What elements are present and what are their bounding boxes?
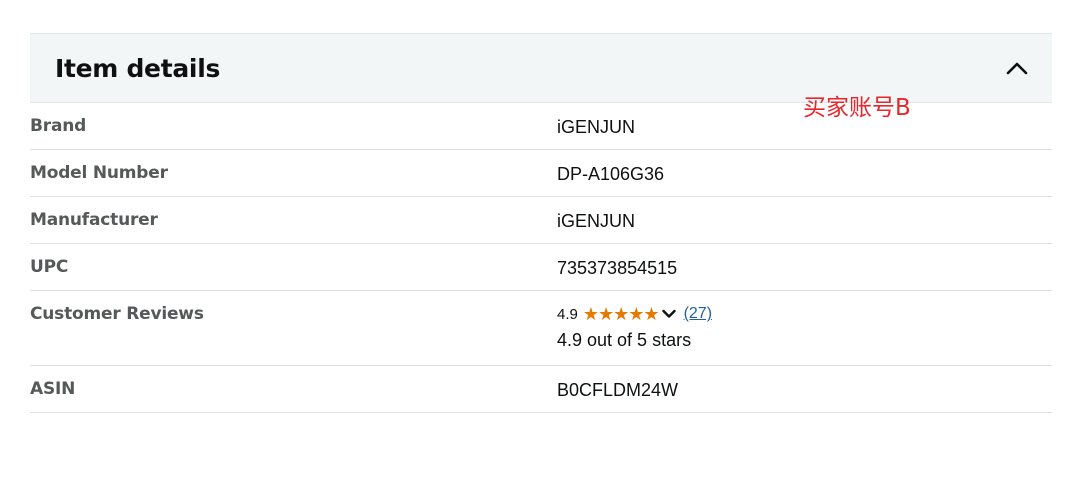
review-count-link[interactable]: (27)	[684, 305, 712, 323]
rating-number: 4.9	[557, 305, 578, 323]
detail-row-customer-reviews: Customer Reviews 4.9 ★ ★ ★ ★ ★ (27) 4.9 …	[30, 291, 1052, 366]
star-rating[interactable]: ★ ★ ★ ★ ★	[582, 304, 660, 324]
detail-value: DP-A106G36	[557, 164, 665, 184]
annotation-label: 买家账号B	[803, 95, 911, 121]
reviews-summary: 4.9 ★ ★ ★ ★ ★ (27)	[557, 304, 1052, 324]
star-icon: ★	[582, 304, 599, 324]
detail-row-asin: ASIN B0CFLDM24W	[30, 366, 1052, 413]
detail-label: Customer Reviews	[30, 304, 204, 324]
detail-row-model-number: Model Number DP-A106G36	[30, 150, 1052, 197]
section-title: Item details	[55, 53, 221, 83]
star-icon: ★	[628, 304, 645, 324]
detail-label: ASIN	[30, 379, 76, 399]
detail-label: Brand	[30, 116, 87, 136]
detail-label: Manufacturer	[30, 210, 158, 230]
detail-label: UPC	[30, 257, 69, 277]
chevron-down-icon[interactable]	[661, 309, 676, 319]
reviews-value: 4.9 ★ ★ ★ ★ ★ (27) 4.9 out of 5 stars	[557, 291, 1052, 365]
star-icon: ★	[598, 304, 615, 324]
detail-row-upc: UPC 735373854515	[30, 244, 1052, 291]
star-icon: ★	[643, 304, 660, 324]
chevron-up-icon[interactable]	[1004, 55, 1030, 81]
detail-value: 735373854515	[557, 258, 678, 278]
rating-text: 4.9 out of 5 stars	[557, 330, 692, 350]
detail-row-manufacturer: Manufacturer iGENJUN	[30, 197, 1052, 244]
detail-value: B0CFLDM24W	[557, 380, 679, 400]
detail-value: iGENJUN	[557, 211, 636, 231]
star-icon: ★	[613, 304, 630, 324]
detail-label: Model Number	[30, 163, 168, 183]
